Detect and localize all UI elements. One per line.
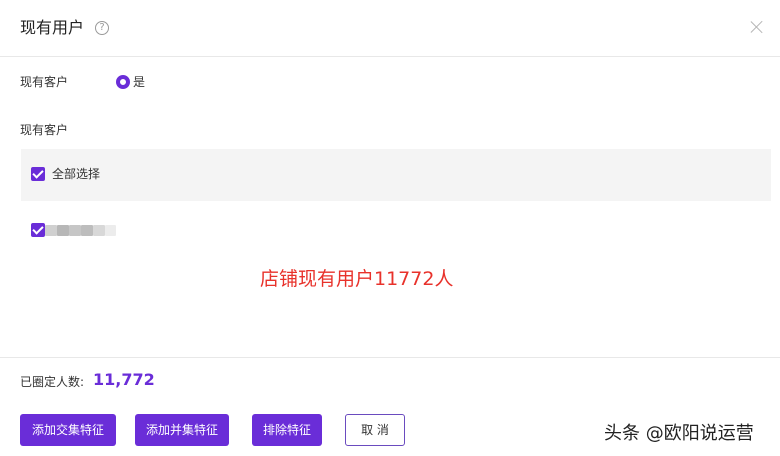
select-all-label[interactable]: 全部选择 <box>52 166 100 182</box>
radio-yes-label[interactable]: 是 <box>133 74 145 90</box>
user-count-annotation: 店铺现有用户11772人 <box>260 268 454 290</box>
existing-customer-radio-yes[interactable] <box>116 75 130 89</box>
help-icon[interactable]: ? <box>95 21 109 35</box>
customer-list-label: 现有客户 <box>20 123 69 137</box>
exclude-feature-button[interactable]: 排除特征 <box>252 414 322 446</box>
select-all-checkbox[interactable] <box>31 167 45 181</box>
customer-item-checkbox[interactable] <box>31 223 45 237</box>
close-icon[interactable] <box>749 19 765 35</box>
dialog-title: 现有用户 <box>20 18 85 37</box>
selected-count-value: 11,772 <box>93 370 155 389</box>
select-all-row <box>21 149 771 201</box>
footer-divider <box>0 357 780 358</box>
add-intersection-feature-button[interactable]: 添加交集特征 <box>20 414 116 446</box>
existing-customer-label: 现有客户 <box>20 75 69 89</box>
watermark: 头条 @欧阳说运营 <box>604 423 754 444</box>
dialog-header: 现有用户 ? <box>0 0 780 57</box>
existing-users-dialog: 现有用户 ? 现有客户 是 现有客户 全部选择 店铺现有用户11772人 已圈定… <box>0 0 780 456</box>
selected-count-label: 已圈定人数: <box>20 375 85 389</box>
add-union-feature-button[interactable]: 添加并集特征 <box>135 414 229 446</box>
cancel-button[interactable]: 取 消 <box>345 414 405 446</box>
